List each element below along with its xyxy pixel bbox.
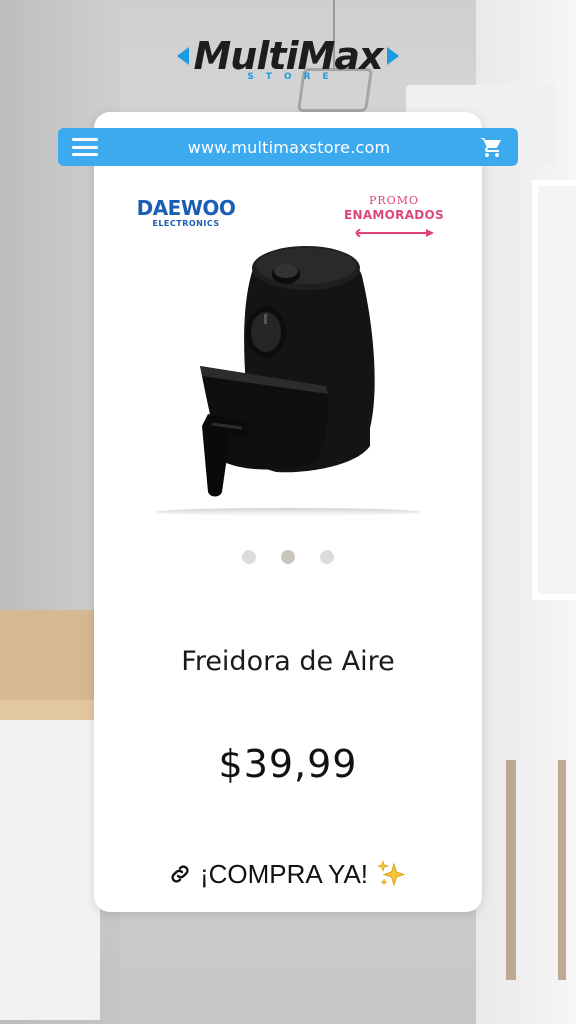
store-logo: MultiMax STORE [0,36,576,82]
promo-badge: PROMO ENAMORADOS [338,194,450,241]
hamburger-menu-icon[interactable] [72,138,98,156]
logo-subtitle: STORE [247,72,341,82]
buy-now-label: ¡COMPRA YA! [199,858,369,889]
carousel-dot-3[interactable] [320,550,334,564]
promo-top-text: PROMO [369,194,419,207]
brand-name: DAEWOO [136,196,236,220]
promo-main-text: ENAMORADOS [343,208,444,222]
logo-arrow-left-icon [177,47,190,65]
carousel-dots [0,550,576,564]
shopping-cart-icon[interactable] [480,135,504,159]
logo-name: MultiMax [193,34,383,78]
carousel-dot-1[interactable] [242,550,256,564]
bg-chair [506,760,566,980]
product-name: Freidora de Aire [181,646,395,677]
air-fryer-image [200,246,375,497]
link-icon [171,865,189,883]
carousel-dot-2[interactable] [281,550,295,564]
brand-logo: DAEWOO ELECTRONICS [134,198,238,228]
sparkles-icon [377,860,406,887]
product-image-shadow [156,508,420,516]
bg-window [532,180,576,600]
url-text[interactable]: www.multimaxstore.com [188,138,391,157]
browser-url-bar: www.multimaxstore.com [58,128,518,166]
buy-now-link[interactable]: ¡COMPRA YA! [94,858,482,890]
bg-bench [0,720,100,1020]
brand-subtitle: ELECTRONICS [152,219,220,228]
logo-arrow-right-icon [386,47,399,65]
product-price: $39,99 [218,742,358,786]
